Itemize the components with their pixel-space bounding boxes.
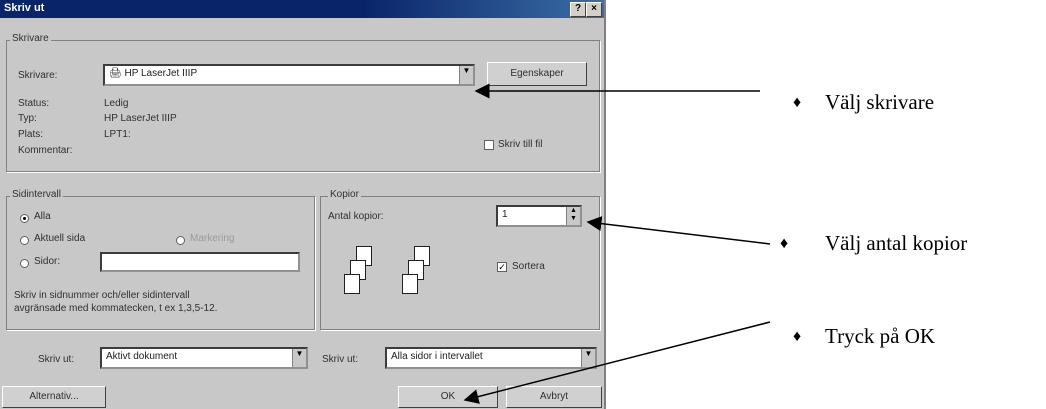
arrow-to-ok	[463, 321, 771, 404]
arrow-to-copies	[586, 216, 771, 245]
annotation-select-printer: Välj skrivare	[825, 90, 935, 114]
bullet-icon: ♦	[793, 94, 802, 111]
bullet-icon: ♦	[793, 328, 802, 345]
bullet-icon: ♦	[780, 235, 789, 252]
annotation-select-copies: Välj antal kopior	[825, 231, 968, 255]
annotation-press-ok: Tryck på OK	[825, 324, 936, 348]
